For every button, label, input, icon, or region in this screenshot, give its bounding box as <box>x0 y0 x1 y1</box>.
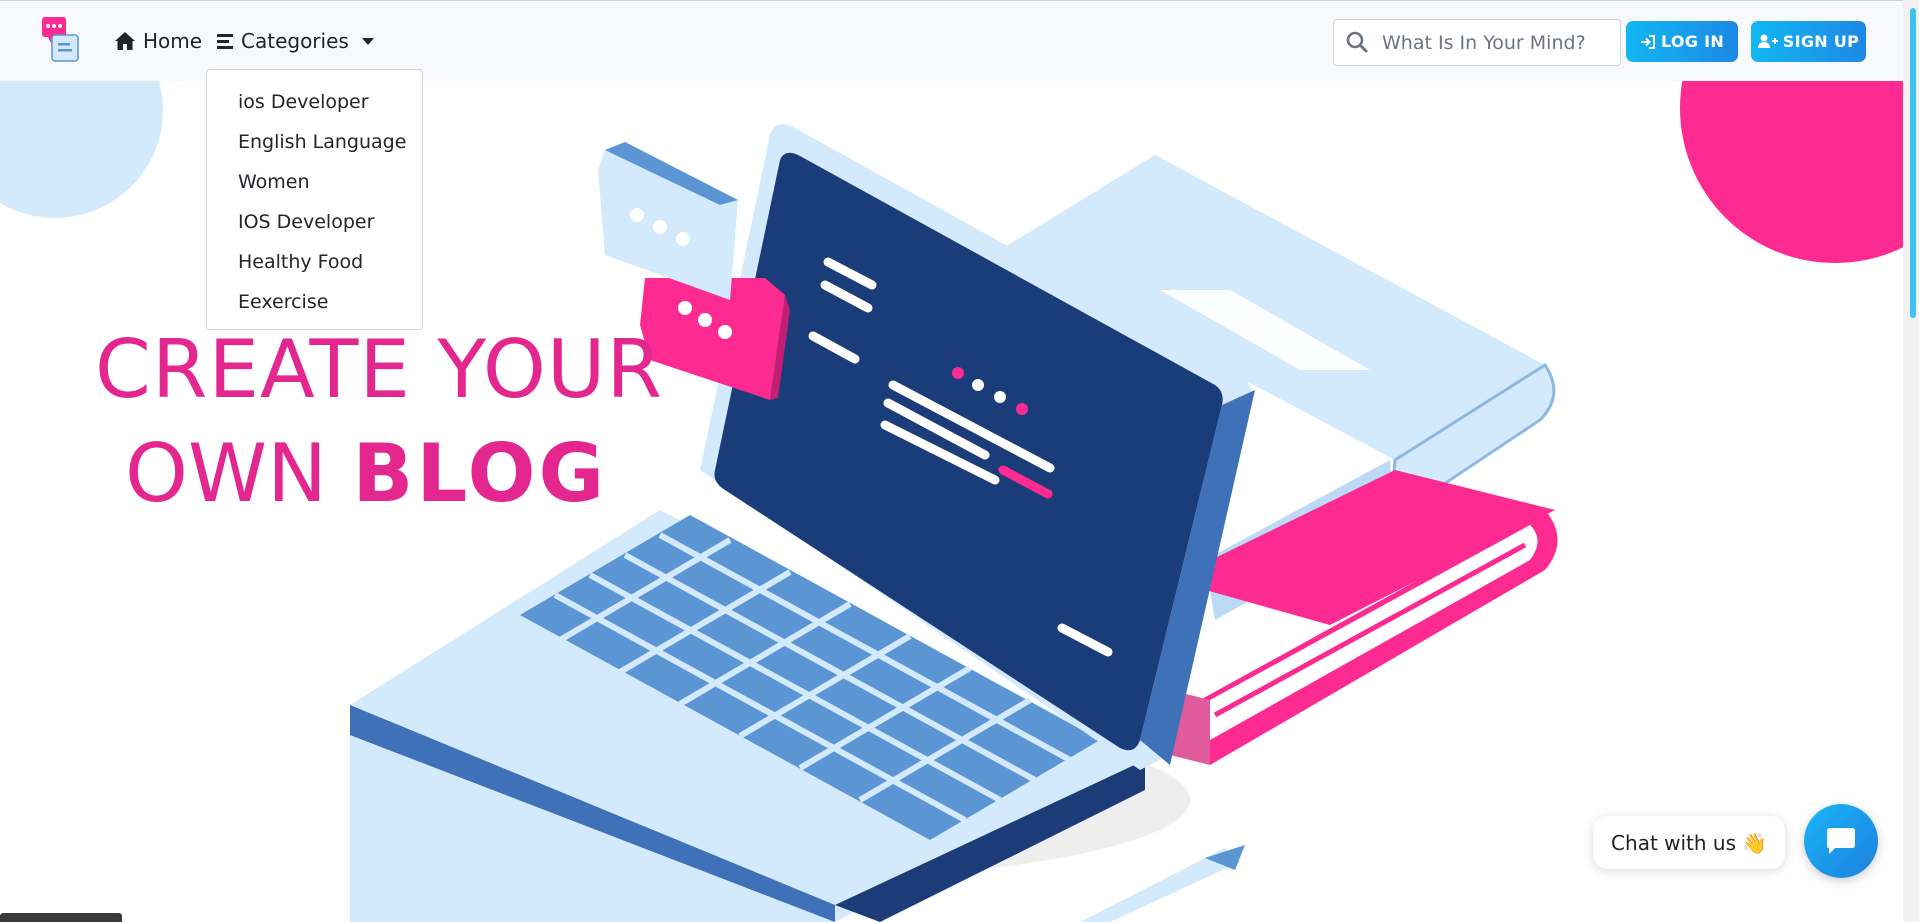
wave-emoji-icon: 👋 <box>1742 830 1767 855</box>
hero-heading-line2-prefix: OWN <box>125 427 353 520</box>
hero-heading-line2-bold: BLOG <box>352 427 608 520</box>
dropdown-item-ios-developer-2[interactable]: IOS Developer <box>207 202 422 242</box>
signup-button-label: SIGN UP <box>1782 32 1860 51</box>
search-input[interactable] <box>1382 31 1612 54</box>
login-button[interactable]: LOG IN <box>1626 21 1738 62</box>
menu-icon <box>217 34 233 49</box>
brand-logo[interactable] <box>38 15 86 69</box>
bottom-status-bar <box>0 913 122 922</box>
page-scrollbar[interactable] <box>1903 0 1919 922</box>
nav-categories-label: Categories <box>241 29 349 53</box>
dropdown-item-exercise[interactable]: Eexercise <box>207 282 422 322</box>
caret-down-icon <box>361 37 374 45</box>
chat-bubble-art-blue <box>598 142 738 300</box>
chat-prompt-label: Chat with us <box>1611 830 1737 855</box>
logo-icon <box>42 17 79 62</box>
login-button-label: LOG IN <box>1660 32 1725 51</box>
pen-art <box>1080 845 1245 922</box>
chat-icon <box>1827 828 1855 854</box>
hero-heading-line1: CREATE YOUR <box>95 323 663 416</box>
chat-prompt-bubble[interactable]: Chat with us 👋 <box>1593 816 1785 869</box>
search-icon <box>1346 31 1368 53</box>
dropdown-item-women[interactable]: Women <box>207 162 422 202</box>
home-icon <box>115 32 135 50</box>
nav-categories-toggle[interactable]: Categories <box>216 29 374 53</box>
page: CREATE YOUR OWN BLOG Home Categories Wha… <box>0 0 1919 922</box>
scrollbar-thumb[interactable] <box>1910 8 1916 318</box>
dropdown-item-english-language[interactable]: English Language <box>207 122 422 162</box>
dropdown-item-ios-developer[interactable]: ios Developer <box>207 82 422 122</box>
sign-in-icon <box>1640 34 1655 49</box>
signup-button[interactable]: SIGN UP <box>1751 21 1866 62</box>
search-box <box>1333 19 1621 66</box>
dropdown-item-healthy-food[interactable]: Healthy Food <box>207 242 422 282</box>
hero-heading-line2: OWN BLOG <box>125 434 663 514</box>
nav-home-link[interactable]: Home <box>114 29 202 53</box>
chat-launcher-button[interactable] <box>1804 804 1878 878</box>
nav-home-label: Home <box>143 29 203 53</box>
user-plus-icon <box>1757 34 1778 48</box>
categories-dropdown-menu: ios Developer English Language Women IOS… <box>206 69 423 330</box>
book-pink <box>1170 470 1558 765</box>
hero-heading: CREATE YOUR OWN BLOG <box>95 330 663 514</box>
